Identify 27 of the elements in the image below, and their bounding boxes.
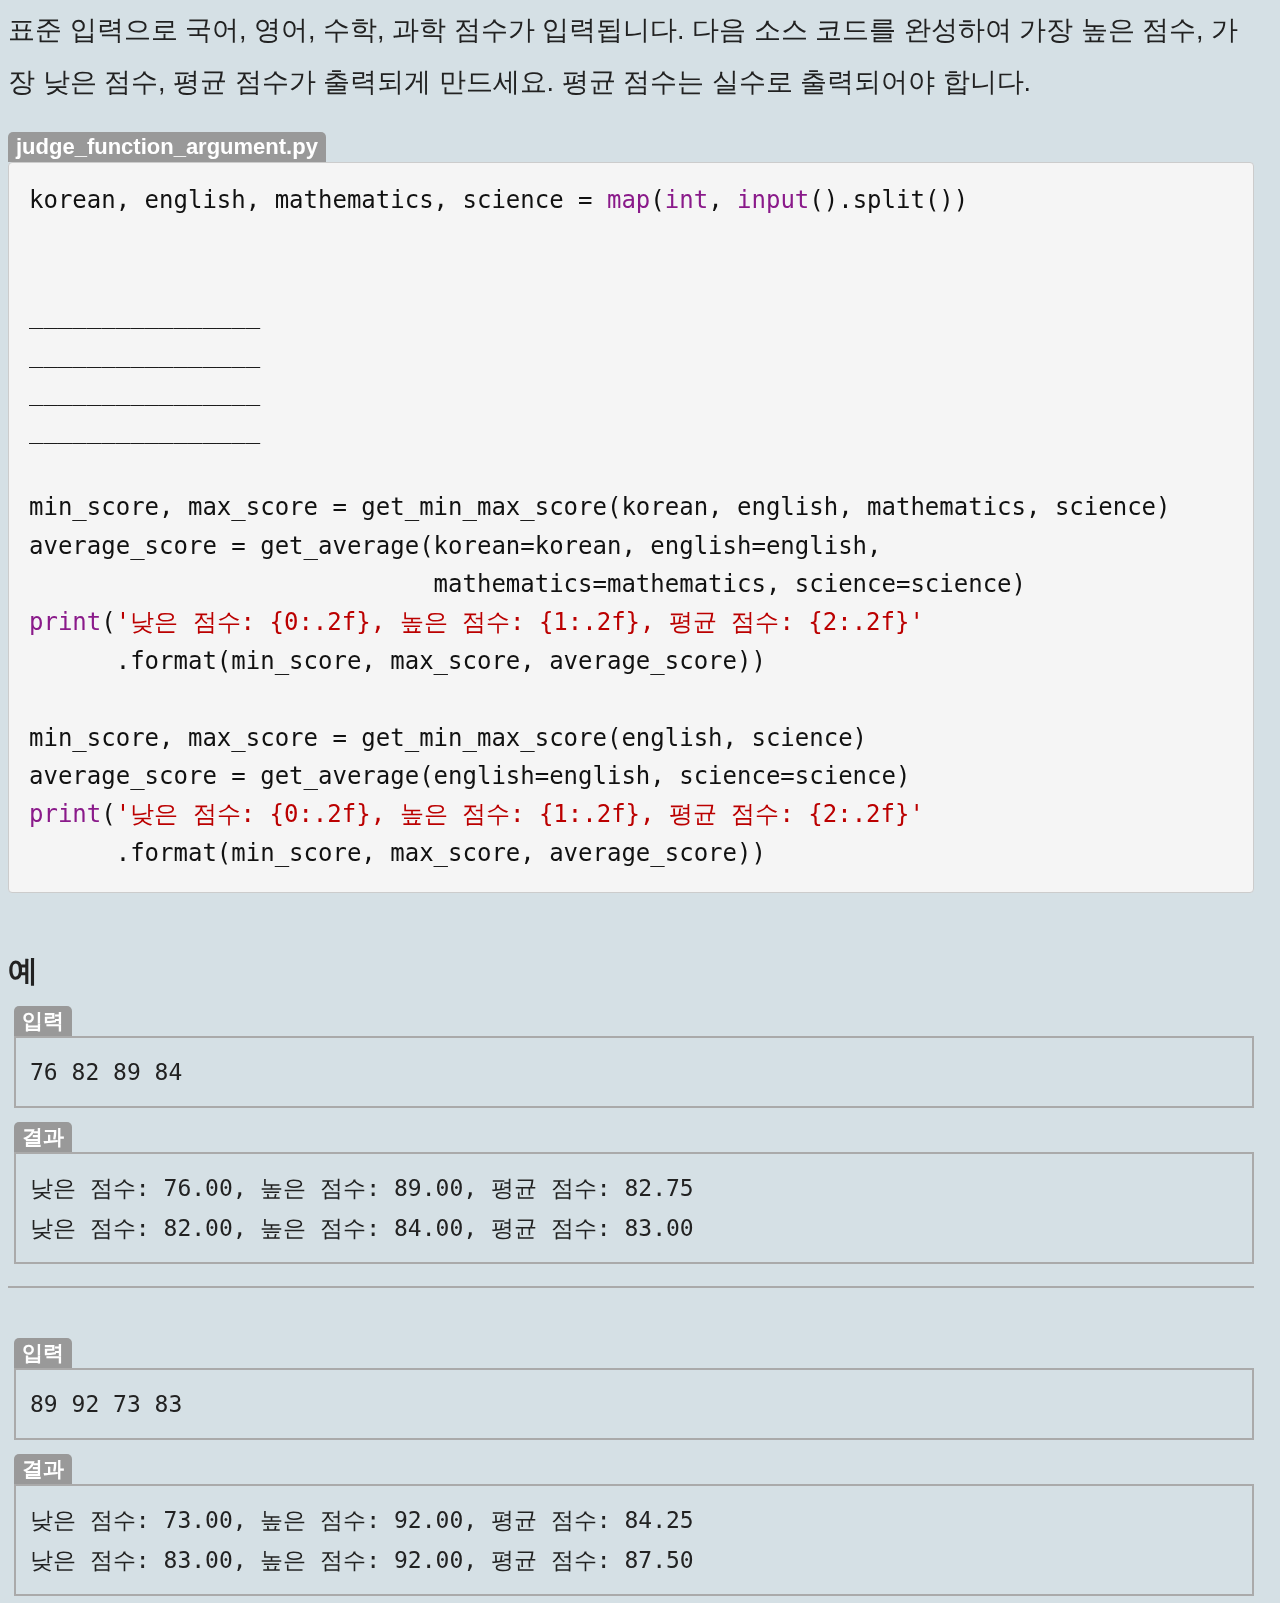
code-line: print('낮은 점수: {0:.2f}, 높은 점수: {1:.2f}, 평균 점수: {2:.2f}' xyxy=(29,607,925,639)
output-line: 낮은 점수: 82.00, 높은 점수: 84.00, 평균 점수: 83.00 xyxy=(30,1214,695,1244)
output-line: 낮은 점수: 73.00, 높은 점수: 92.00, 평균 점수: 84.25 xyxy=(30,1506,695,1536)
file-name-label: judge_function_argument.py xyxy=(8,132,326,162)
code-line: .format(min_score, max_score, average_score)) xyxy=(114,837,767,869)
input-label: 입력 xyxy=(14,1338,72,1369)
result-label: 결과 xyxy=(14,1454,72,1485)
examples-heading: 예 xyxy=(8,953,39,990)
code-line: average_score = get_average(korean=korean, english=english, xyxy=(29,530,883,562)
code-line: ________________ xyxy=(29,300,262,332)
code-line: print('낮은 점수: {0:.2f}, 높은 점수: {1:.2f}, 평균 점수: {2:.2f}' xyxy=(29,799,925,831)
code-line: ________________ xyxy=(29,377,262,408)
code-line: mathematics=mathematics, science=science) xyxy=(432,569,1027,600)
input-label: 입력 xyxy=(14,1006,72,1037)
input-text: 76 82 89 84 xyxy=(30,1058,184,1088)
output-line: 낮은 점수: 83.00, 높은 점수: 92.00, 평균 점수: 87.50 xyxy=(30,1546,695,1576)
result-label: 결과 xyxy=(14,1122,72,1153)
code-line: korean, english, mathematics, science = map(int, input().split()) xyxy=(29,185,970,216)
code-line: average_score = get_average(english=english, science=science) xyxy=(29,761,912,793)
output-line: 낮은 점수: 76.00, 높은 점수: 89.00, 평균 점수: 82.75 xyxy=(30,1174,695,1204)
input-text: 89 92 73 83 xyxy=(30,1390,184,1420)
code-line: ________________ xyxy=(29,338,262,370)
code-line: min_score, max_score = get_min_max_score(korean, english, mathematics, science) xyxy=(29,492,1172,524)
code-line: .format(min_score, max_score, average_score)) xyxy=(114,645,767,677)
problem-description: 표준 입력으로 국어, 영어, 수학, 과학 점수가 입력됩니다. 다음 소스 코드를 완성하여 가장 높은 점수, 가장 낮은 점수, 평균 점수가 출력되게 만드세요. 평균 점수는 실수로 출력되어야 합니다. xyxy=(8,14,1240,99)
code-line: ________________ xyxy=(29,415,262,447)
code-line: min_score, max_score = get_min_max_score(english, science) xyxy=(29,722,869,754)
